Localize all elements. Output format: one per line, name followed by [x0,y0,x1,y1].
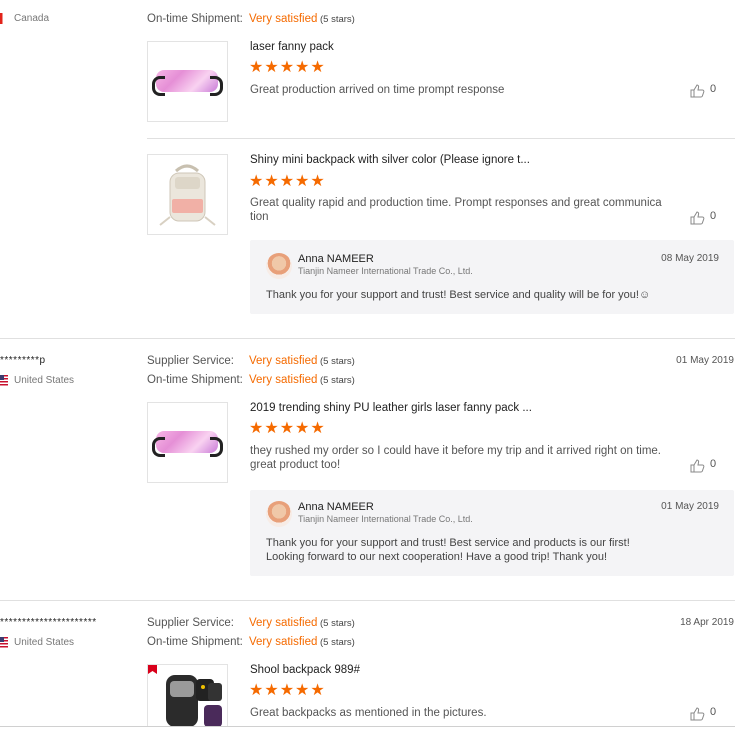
strap-left [152,437,165,457]
reply-text-line-1: Thank you for your support and trust! Be… [266,537,630,549]
supplier-company: Tianjin Nameer International Trade Co., … [298,514,473,524]
product-title-link[interactable]: Shool backpack 989# [250,664,360,676]
supplier-avatar [266,501,292,527]
rating-label: On-time Shipment: [147,374,243,386]
strap-right [210,76,223,96]
thumbs-up-icon [690,459,705,473]
backpack-image [159,164,216,226]
reviewer-name: *********p [0,355,46,366]
rating-label: On-time Shipment: [147,13,243,25]
supplier-company: Tianjin Nameer International Trade Co., … [298,266,473,276]
rating-value: Very satisfied [249,355,318,367]
reply-text-line-2: Looking forward to our next cooperation!… [266,551,608,563]
review-text-line-1: Great quality rapid and production time.… [250,197,662,209]
like-count: 0 [710,210,717,222]
reply-text: Thank you for your support and trust! Be… [266,289,651,301]
reviewer-country: Canada [14,13,50,24]
product-title-link[interactable]: 2019 trending shiny PU leather girls las… [250,402,532,414]
item-divider [147,138,735,139]
like-count: 0 [710,83,717,95]
supplier-name: Anna NAMEER [298,253,374,265]
star-rating: ★★★★★ [249,420,326,437]
product-title-link[interactable]: laser fanny pack [250,41,334,53]
like-count: 0 [710,458,717,470]
reply-date: 01 May 2019 [661,501,719,512]
supplier-reply: Anna NAMEER Tianjin Nameer International… [250,240,734,314]
rating-stars-text: (5 stars) [320,356,355,367]
product-thumbnail[interactable] [147,664,228,727]
review-text-line-2: great product too! [250,459,341,471]
fanny-pack-image [156,70,218,92]
like-button[interactable]: 0 [690,83,720,99]
fanny-pack-image [156,431,218,453]
page-bottom-divider [0,726,735,727]
star-rating: ★★★★★ [249,682,326,699]
rating-value: Very satisfied [249,636,318,648]
rating-stars-text: (5 stars) [320,375,355,386]
like-button[interactable]: 0 [690,706,720,722]
us-flag-icon [0,637,8,648]
star-rating: ★★★★★ [249,59,326,76]
rating-value: Very satisfied [249,374,318,386]
product-thumbnail[interactable] [147,402,228,483]
thumbs-up-icon [690,211,705,225]
review-date: 01 May 2019 [676,355,734,366]
review-text-line-1: they rushed my order so I could have it … [250,445,661,457]
reviewer-name: ********************** [0,617,97,628]
review-divider [0,600,735,601]
rating-label: Supplier Service: [147,355,234,367]
us-flag-icon [0,375,8,386]
review-divider [0,338,735,339]
supplier-name: Anna NAMEER [298,501,374,513]
rating-stars-text: (5 stars) [320,14,355,25]
school-backpack-image [148,665,222,727]
canada-flag-icon [0,13,8,24]
star-rating: ★★★★★ [249,173,326,190]
rating-value: Very satisfied [249,13,318,25]
rating-value: Very satisfied [249,617,318,629]
review-date: 18 Apr 2019 [680,617,734,628]
reply-date: 08 May 2019 [661,253,719,264]
like-button[interactable]: 0 [690,210,720,226]
review-text: Great backpacks as mentioned in the pict… [250,707,487,719]
review-text-line-2: tion [250,211,269,223]
thumbs-up-icon [690,707,705,721]
rating-label: On-time Shipment: [147,636,243,648]
product-title-link[interactable]: Shiny mini backpack with silver color (P… [250,154,530,166]
product-thumbnail[interactable] [147,154,228,235]
strap-left [152,76,165,96]
thumbs-up-icon [690,84,705,98]
rating-stars-text: (5 stars) [320,618,355,629]
like-button[interactable]: 0 [690,458,720,474]
like-count: 0 [710,706,717,718]
strap-right [210,437,223,457]
reviewer-country: United States [14,637,75,648]
supplier-avatar [266,253,292,279]
review-text: Great production arrived on time prompt … [250,84,505,96]
product-thumbnail[interactable] [147,41,228,122]
rating-label: Supplier Service: [147,617,234,629]
reviewer-country: United States [14,375,75,386]
supplier-reply: Anna NAMEER Tianjin Nameer International… [250,490,734,576]
rating-stars-text: (5 stars) [320,637,355,648]
